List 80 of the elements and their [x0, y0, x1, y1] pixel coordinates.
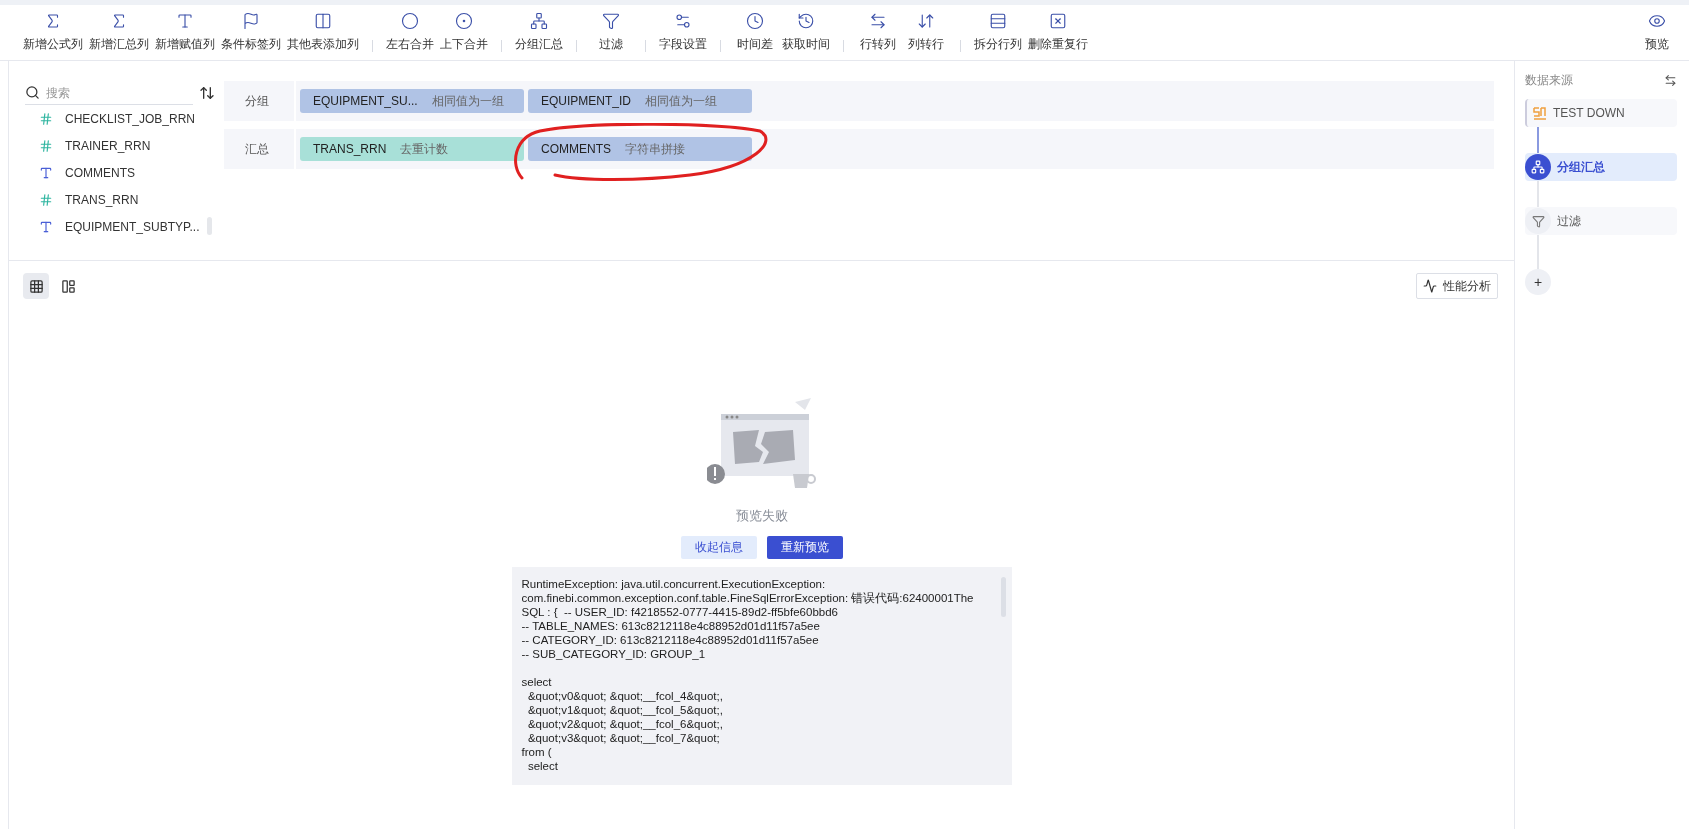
field-item[interactable]: TRAINER_RRN	[25, 132, 200, 159]
grid-icon	[28, 278, 44, 294]
sql-line: from (	[521, 744, 553, 759]
error-line: RuntimeException: java.util.concurrent.ExecutionException:	[521, 576, 827, 591]
field-item[interactable]: EQUIPMENT_SUBTYP...	[25, 213, 200, 240]
hash-icon	[39, 192, 53, 207]
sql-line: &quot;v1&quot; &quot;__fcol_5&quot;,	[526, 702, 724, 717]
toolbar-button[interactable]: 拆分行列	[971, 12, 1025, 53]
add-step-button[interactable]: +	[1525, 269, 1551, 295]
error-line: SQL : { -- USER_ID: f4218552-0777-4415-89d2-ff5bfe60bbd6	[521, 604, 839, 619]
retry-button[interactable]: 重新预览	[766, 535, 843, 559]
toolbar-button[interactable]: 删除重复行	[1025, 12, 1091, 53]
swap-icon[interactable]	[1664, 73, 1677, 87]
sql-line: select	[521, 674, 553, 689]
sql-line: &quot;v2&quot; &quot;__fcol_6&quot;,	[526, 716, 724, 731]
performance-button[interactable]: 性能分析	[1416, 273, 1498, 299]
field-tag[interactable]: TRANS_RRN 去重计数	[300, 137, 524, 161]
field-tag[interactable]: COMMENTS 字符串拼接	[528, 137, 752, 161]
field-item[interactable]: TRANS_RRN	[25, 186, 200, 213]
toolbar-button[interactable]: 列转行	[902, 12, 950, 53]
circle-icon	[455, 12, 473, 30]
hierarchy-icon	[530, 12, 548, 30]
clock-icon	[746, 12, 764, 30]
step-item[interactable]: TEST DOWN	[1525, 99, 1677, 127]
toolbar-button[interactable]: 其他表添加列	[284, 12, 362, 53]
status-text: 预览失败	[735, 507, 788, 525]
error-line: com.finebi.common.exception.conf.table.FineSqlErrorException: 错误代码:62400001The	[521, 590, 975, 605]
toolbar-button[interactable]: 分组汇总	[512, 12, 566, 53]
search-icon	[25, 85, 40, 100]
panel-title: 数据来源	[1525, 72, 1573, 89]
delete-icon	[1049, 12, 1067, 30]
toolbar-button[interactable]: 新增赋值列	[152, 12, 218, 53]
table-view-button[interactable]	[23, 273, 49, 299]
preview-button[interactable]: 预览	[1645, 12, 1669, 53]
field-item[interactable]: COMMENTS	[25, 159, 200, 186]
step-item[interactable]: 分组汇总	[1525, 153, 1677, 181]
scrollbar[interactable]	[207, 217, 213, 235]
toolbar-button[interactable]: 行转列	[854, 12, 902, 53]
toolbar-button[interactable]: 条件标签列	[218, 12, 284, 53]
arrows-icon	[869, 12, 887, 30]
chart-icon	[1423, 279, 1437, 293]
hash-icon	[39, 111, 53, 126]
toolbar-button[interactable]: 字段设置	[656, 12, 710, 53]
text-icon	[39, 219, 53, 234]
rows-icon	[989, 12, 1007, 30]
toolbar-button[interactable]: 时间差	[731, 12, 779, 53]
error-line: -- CATEGORY_ID: 613c8212118e4c88952d01d11f57a5ee	[521, 632, 820, 647]
sort-icon[interactable]	[199, 85, 215, 101]
toolbar-button[interactable]: 新增公式列	[20, 12, 86, 53]
collapse-button[interactable]: 收起信息	[680, 535, 757, 559]
error-line: -- SUB_CATEGORY_ID: GROUP_1	[521, 646, 707, 661]
layout-icon	[60, 278, 76, 294]
toolbar-button[interactable]: 上下合并	[437, 12, 491, 53]
field-tag[interactable]: EQUIPMENT_SU... 相同值为一组	[300, 89, 524, 113]
filter-icon	[1525, 208, 1551, 234]
eye-icon	[1648, 12, 1666, 30]
columns-icon	[314, 12, 332, 30]
sql-line: select	[526, 758, 559, 773]
toolbar-button[interactable]: 新增汇总列	[86, 12, 152, 53]
hierarchy-icon	[1525, 154, 1551, 180]
field-tag[interactable]: EQUIPMENT_ID 相同值为一组	[528, 89, 752, 113]
circles-icon	[401, 12, 419, 30]
toolbar-button[interactable]: 获取时间	[779, 12, 833, 53]
error-line: -- TABLE_NAMES: 613c8212118e4c88952d01d11f57a5ee	[521, 618, 821, 633]
arrows-icon	[917, 12, 935, 30]
toolbar-button[interactable]: 左右合并	[383, 12, 437, 53]
history-icon	[797, 12, 815, 30]
hash-icon	[39, 138, 53, 153]
step-item[interactable]: 过滤	[1525, 207, 1677, 235]
settings-icon	[674, 12, 692, 30]
text-icon	[39, 165, 53, 180]
text-icon	[176, 12, 194, 30]
search-input[interactable]: 搜索	[46, 83, 166, 102]
field-item[interactable]: CHECKLIST_JOB_RRN	[25, 105, 200, 132]
filter-icon	[602, 12, 620, 30]
flag-icon	[242, 12, 260, 30]
toolbar-button[interactable]: 过滤	[587, 12, 635, 53]
search-field[interactable]: 搜索	[25, 81, 193, 105]
sql-line: &quot;v3&quot; &quot;__fcol_7&quot;	[526, 730, 721, 745]
sql-line: &quot;v0&quot; &quot;__fcol_4&quot;,	[526, 688, 724, 703]
